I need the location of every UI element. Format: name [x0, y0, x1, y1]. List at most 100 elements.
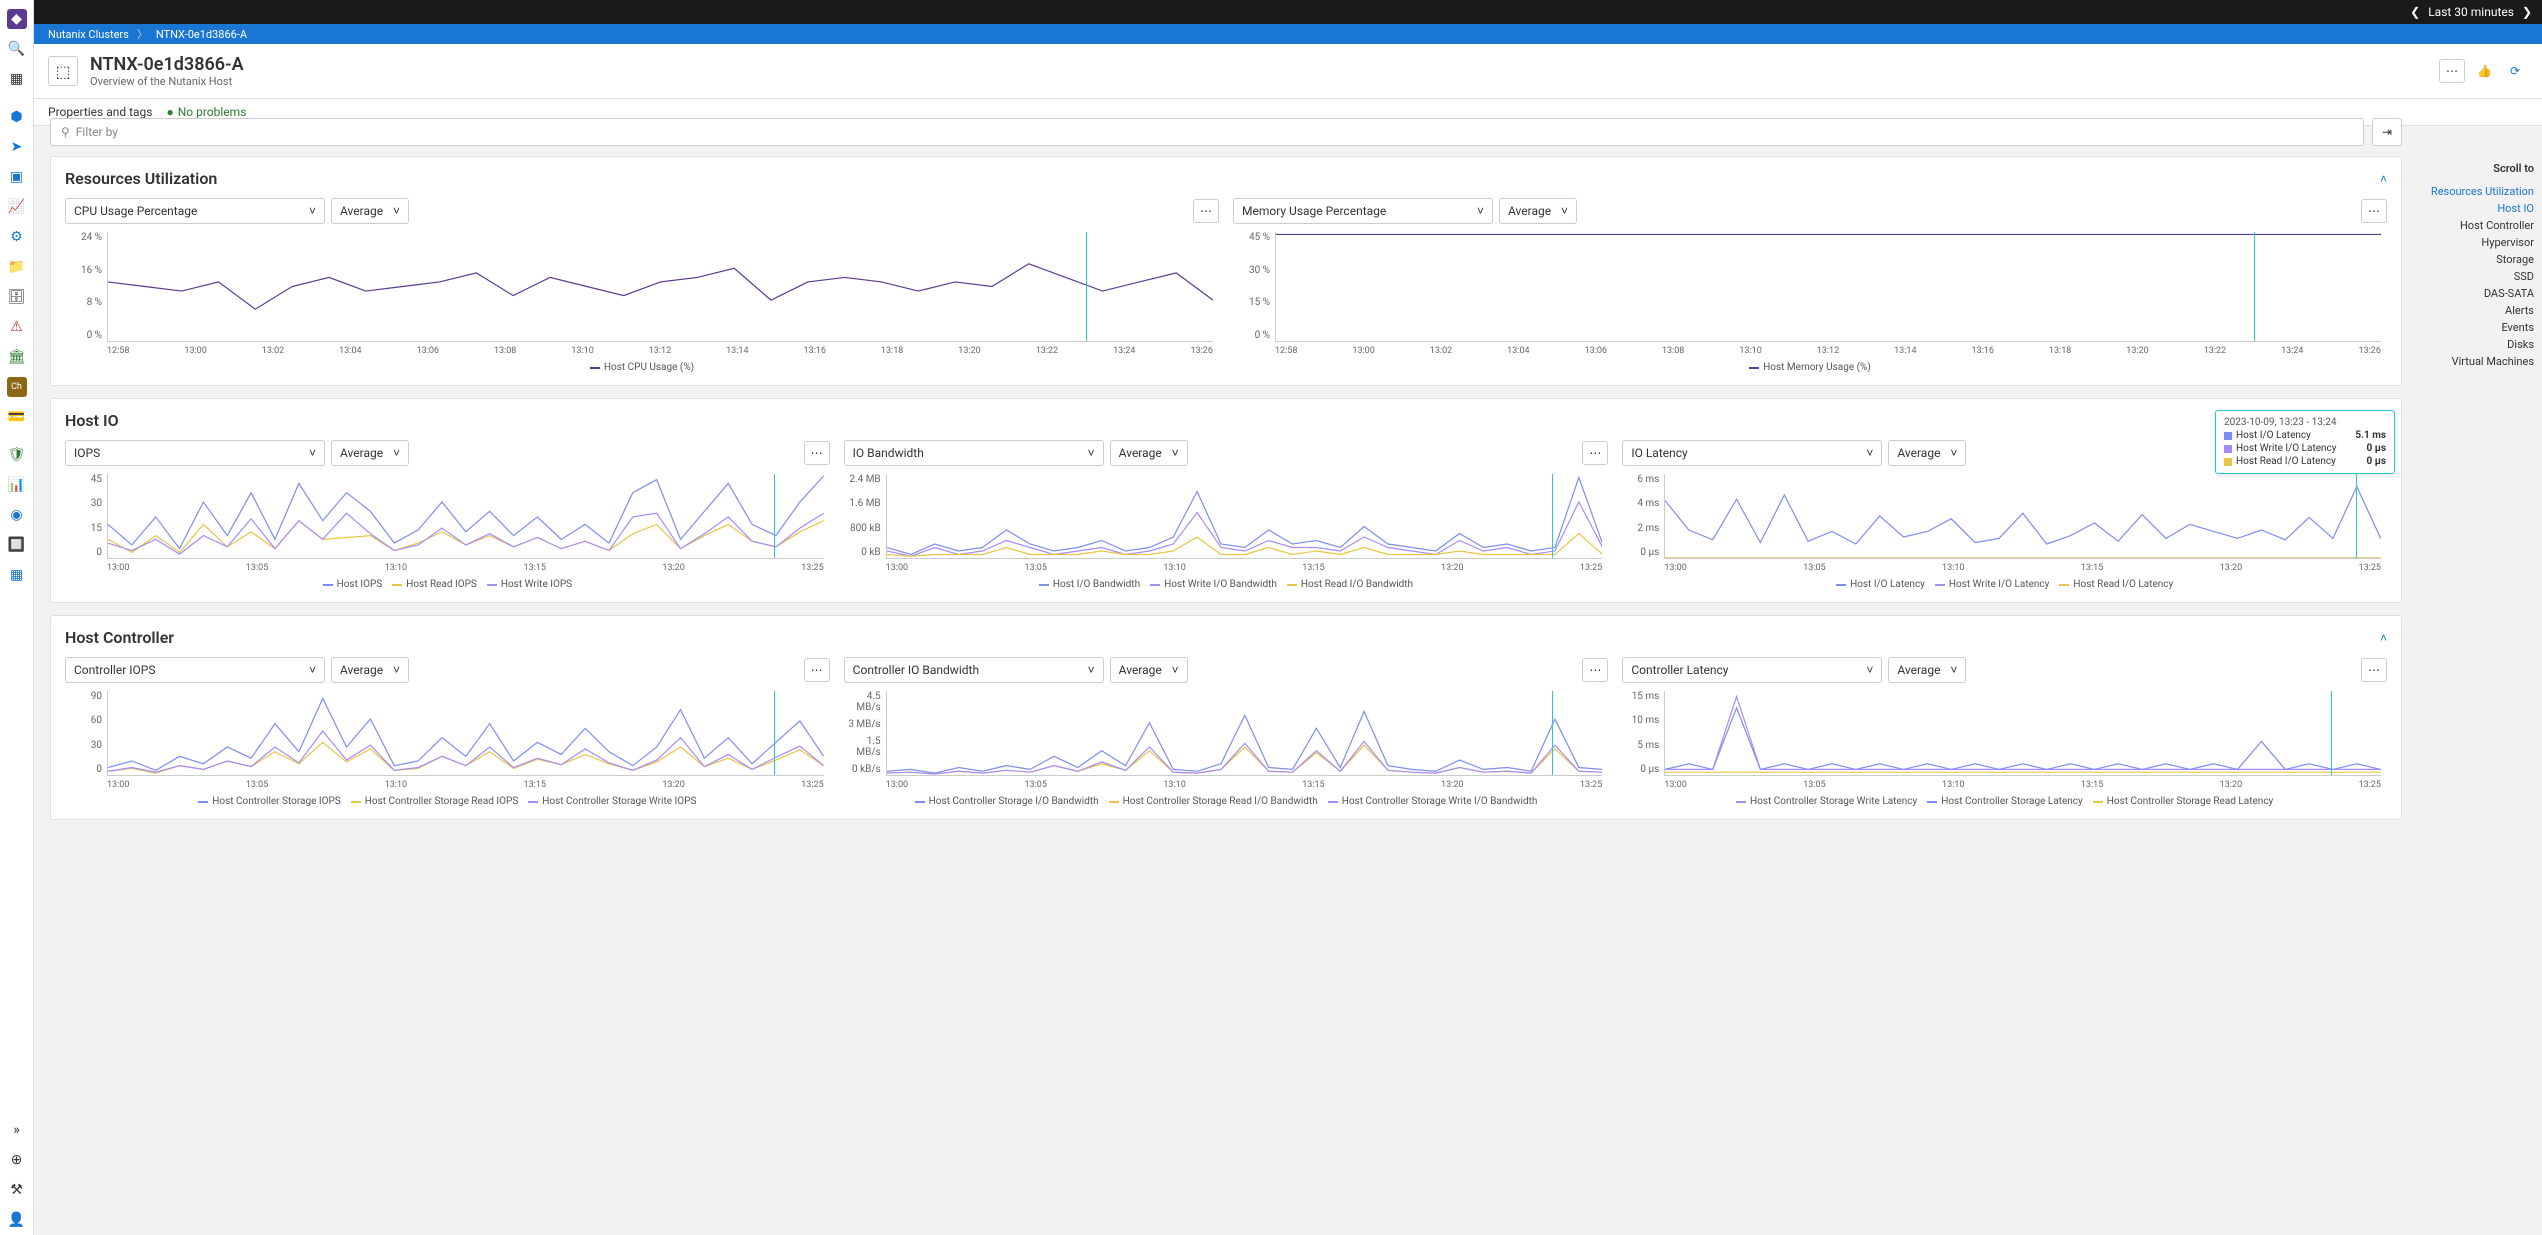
- iobw-agg-select[interactable]: Average˅: [1110, 440, 1188, 466]
- mem-chart-menu[interactable]: ⋯: [2361, 199, 2387, 223]
- nav-bars-icon[interactable]: 📊: [7, 475, 27, 495]
- legend-item[interactable]: Host Controller Storage Latency: [1927, 796, 2083, 807]
- nav-gear-icon[interactable]: ⚙: [7, 227, 27, 247]
- chevron-down-icon: ˅: [309, 663, 316, 677]
- legend-item[interactable]: Host I/O Latency: [1836, 579, 1925, 590]
- nav-flow-icon[interactable]: ➤: [7, 137, 27, 157]
- cbw-metric-select[interactable]: Controller IO Bandwidth˅: [844, 657, 1104, 683]
- nav-cube-icon[interactable]: ⬢: [7, 107, 27, 127]
- legend-item[interactable]: Host Write IOPS: [487, 579, 572, 590]
- iops-agg-select[interactable]: Average˅: [331, 440, 409, 466]
- nav-multi-icon[interactable]: 🔲: [7, 535, 27, 555]
- legend-item[interactable]: Host Write I/O Bandwidth: [1150, 579, 1277, 590]
- section-hostctrl: Host Controller ˄ Controller IOPS˅ Avera…: [50, 615, 2402, 820]
- nav-chart-icon[interactable]: 📈: [7, 197, 27, 217]
- breadcrumb-leaf[interactable]: NTNX-0e1d3866-A: [148, 26, 255, 43]
- nav-shield-icon[interactable]: 🛡: [7, 445, 27, 465]
- chart-cpu: CPU Usage Percentage˅ Average˅ ⋯ 24 %16 …: [65, 198, 1219, 373]
- iolat-agg-select[interactable]: Average˅: [1888, 440, 1966, 466]
- nav-grid-icon[interactable]: ▣: [7, 167, 27, 187]
- filter-input[interactable]: ⚲ Filter by: [50, 118, 2364, 146]
- apps-icon[interactable]: ▦: [7, 69, 27, 89]
- ciops-agg-select[interactable]: Average˅: [331, 657, 409, 683]
- legend-item[interactable]: Host Read I/O Bandwidth: [1287, 579, 1413, 590]
- legend-item[interactable]: Host Read IOPS: [392, 579, 477, 590]
- cpu-agg-select[interactable]: Average˅: [331, 198, 409, 224]
- chevron-down-icon: ˅: [1088, 446, 1095, 460]
- section-hostio: Host IO ˄ IOPS˅ Average˅ ⋯ 4530150 13:00…: [50, 398, 2402, 603]
- nav-tiles-icon[interactable]: ▦: [7, 565, 27, 585]
- collapse-panel-button[interactable]: ⇥: [2372, 118, 2402, 146]
- chart-iolat: IO Latency˅ Average˅ ⋯ 6 ms4 ms2 ms0 µs …: [1622, 440, 2387, 590]
- time-next-icon[interactable]: ❯: [2522, 5, 2532, 19]
- nav-folder-icon[interactable]: 📁: [7, 257, 27, 277]
- cbw-agg-select[interactable]: Average˅: [1110, 657, 1188, 683]
- chevron-right-icon: 〉: [137, 26, 148, 42]
- left-nav-rail: ◆ 🔍 ▦ ⬢ ➤ ▣ 📈 ⚙ 📁 🗄 ⚠ 🏛 Ch 💳 🛡 📊 ◉ 🔲 ▦ »…: [0, 0, 34, 1235]
- mem-agg-select[interactable]: Average˅: [1499, 198, 1577, 224]
- clat-chart-menu[interactable]: ⋯: [2361, 658, 2387, 682]
- iops-metric-select[interactable]: IOPS˅: [65, 440, 325, 466]
- search-icon[interactable]: 🔍: [7, 39, 27, 59]
- legend-item[interactable]: Host Controller Storage Write I/O Bandwi…: [1328, 796, 1538, 807]
- nav-db-icon[interactable]: 🗄: [7, 287, 27, 307]
- legend-item[interactable]: Host Controller Storage Read Latency: [2093, 796, 2274, 807]
- refresh-button[interactable]: ⟳: [2504, 60, 2526, 82]
- clat-agg-select[interactable]: Average˅: [1888, 657, 1966, 683]
- chevron-down-icon: ˅: [1866, 663, 1873, 677]
- thumbs-up-button[interactable]: 👍: [2471, 60, 2498, 82]
- collapse-section-icon[interactable]: ˄: [2380, 172, 2387, 186]
- time-prev-icon[interactable]: ❮: [2410, 5, 2420, 19]
- chevron-down-icon: ˅: [1950, 663, 1957, 677]
- clat-metric-select[interactable]: Controller Latency˅: [1622, 657, 1882, 683]
- chevron-down-icon: ˅: [1866, 446, 1873, 460]
- chevron-down-icon: ˅: [1561, 204, 1568, 218]
- mem-metric-select[interactable]: Memory Usage Percentage˅: [1233, 198, 1493, 224]
- user-icon[interactable]: 👤: [7, 1210, 27, 1230]
- iobw-metric-select[interactable]: IO Bandwidth˅: [844, 440, 1104, 466]
- expand-rail-icon[interactable]: »: [7, 1120, 27, 1140]
- chevron-down-icon: ˅: [1172, 663, 1179, 677]
- iolat-metric-select[interactable]: IO Latency˅: [1622, 440, 1882, 466]
- legend-item[interactable]: Host Controller Storage Read I/O Bandwid…: [1109, 796, 1318, 807]
- help-icon[interactable]: ⊕: [7, 1150, 27, 1170]
- chevron-down-icon: ˅: [1477, 204, 1484, 218]
- collapse-section-icon[interactable]: ˄: [2380, 631, 2387, 645]
- legend-item[interactable]: Host Controller Storage Write Latency: [1736, 796, 1917, 807]
- legend-item[interactable]: Host Read I/O Latency: [2059, 579, 2173, 590]
- nav-alert-icon[interactable]: ⚠: [7, 317, 27, 337]
- legend-item[interactable]: Host Controller Storage I/O Bandwidth: [915, 796, 1099, 807]
- nav-circle-icon[interactable]: ◉: [7, 505, 27, 525]
- section-title-hostctrl: Host Controller: [65, 628, 174, 647]
- page-header: ⬚ NTNX-0e1d3866-A Overview of the Nutani…: [0, 44, 2542, 99]
- cpu-chart-menu[interactable]: ⋯: [1193, 199, 1219, 223]
- legend-item[interactable]: Host Write I/O Latency: [1935, 579, 2050, 590]
- main-content: ⚲ Filter by ⇥ Resources Utilization ˄ CP…: [34, 108, 2542, 1235]
- more-actions-button[interactable]: ⋯: [2439, 59, 2465, 83]
- ciops-chart-menu[interactable]: ⋯: [804, 658, 830, 682]
- cpu-metric-select[interactable]: CPU Usage Percentage˅: [65, 198, 325, 224]
- nav-card-icon[interactable]: 💳: [7, 407, 27, 427]
- page-title: NTNX-0e1d3866-A: [90, 54, 244, 75]
- legend-item[interactable]: Host Controller Storage Read IOPS: [351, 796, 519, 807]
- cbw-chart-menu[interactable]: ⋯: [1582, 658, 1608, 682]
- settings-icon[interactable]: ⚒: [7, 1180, 27, 1200]
- chevron-down-icon: ˅: [393, 204, 400, 218]
- host-icon: ⬚: [48, 56, 78, 86]
- nav-ch-icon[interactable]: Ch: [7, 377, 27, 397]
- section-title-resources: Resources Utilization: [65, 169, 217, 188]
- legend-item[interactable]: Host Controller Storage Write IOPS: [528, 796, 696, 807]
- chevron-down-icon: ˅: [1088, 663, 1095, 677]
- nav-bank-icon[interactable]: 🏛: [7, 347, 27, 367]
- iobw-chart-menu[interactable]: ⋯: [1582, 441, 1608, 465]
- iops-chart-menu[interactable]: ⋯: [804, 441, 830, 465]
- legend-item[interactable]: Host Controller Storage IOPS: [198, 796, 340, 807]
- legend-item[interactable]: Host I/O Bandwidth: [1039, 579, 1140, 590]
- time-range-label[interactable]: Last 30 minutes: [2428, 5, 2514, 19]
- chart-mem: Memory Usage Percentage˅ Average˅ ⋯ 45 %…: [1233, 198, 2387, 373]
- chevron-down-icon: ˅: [393, 446, 400, 460]
- ciops-metric-select[interactable]: Controller IOPS˅: [65, 657, 325, 683]
- breadcrumb-root[interactable]: Nutanix Clusters: [40, 26, 137, 43]
- legend-item[interactable]: Host IOPS: [323, 579, 383, 590]
- logo-icon[interactable]: ◆: [7, 9, 27, 29]
